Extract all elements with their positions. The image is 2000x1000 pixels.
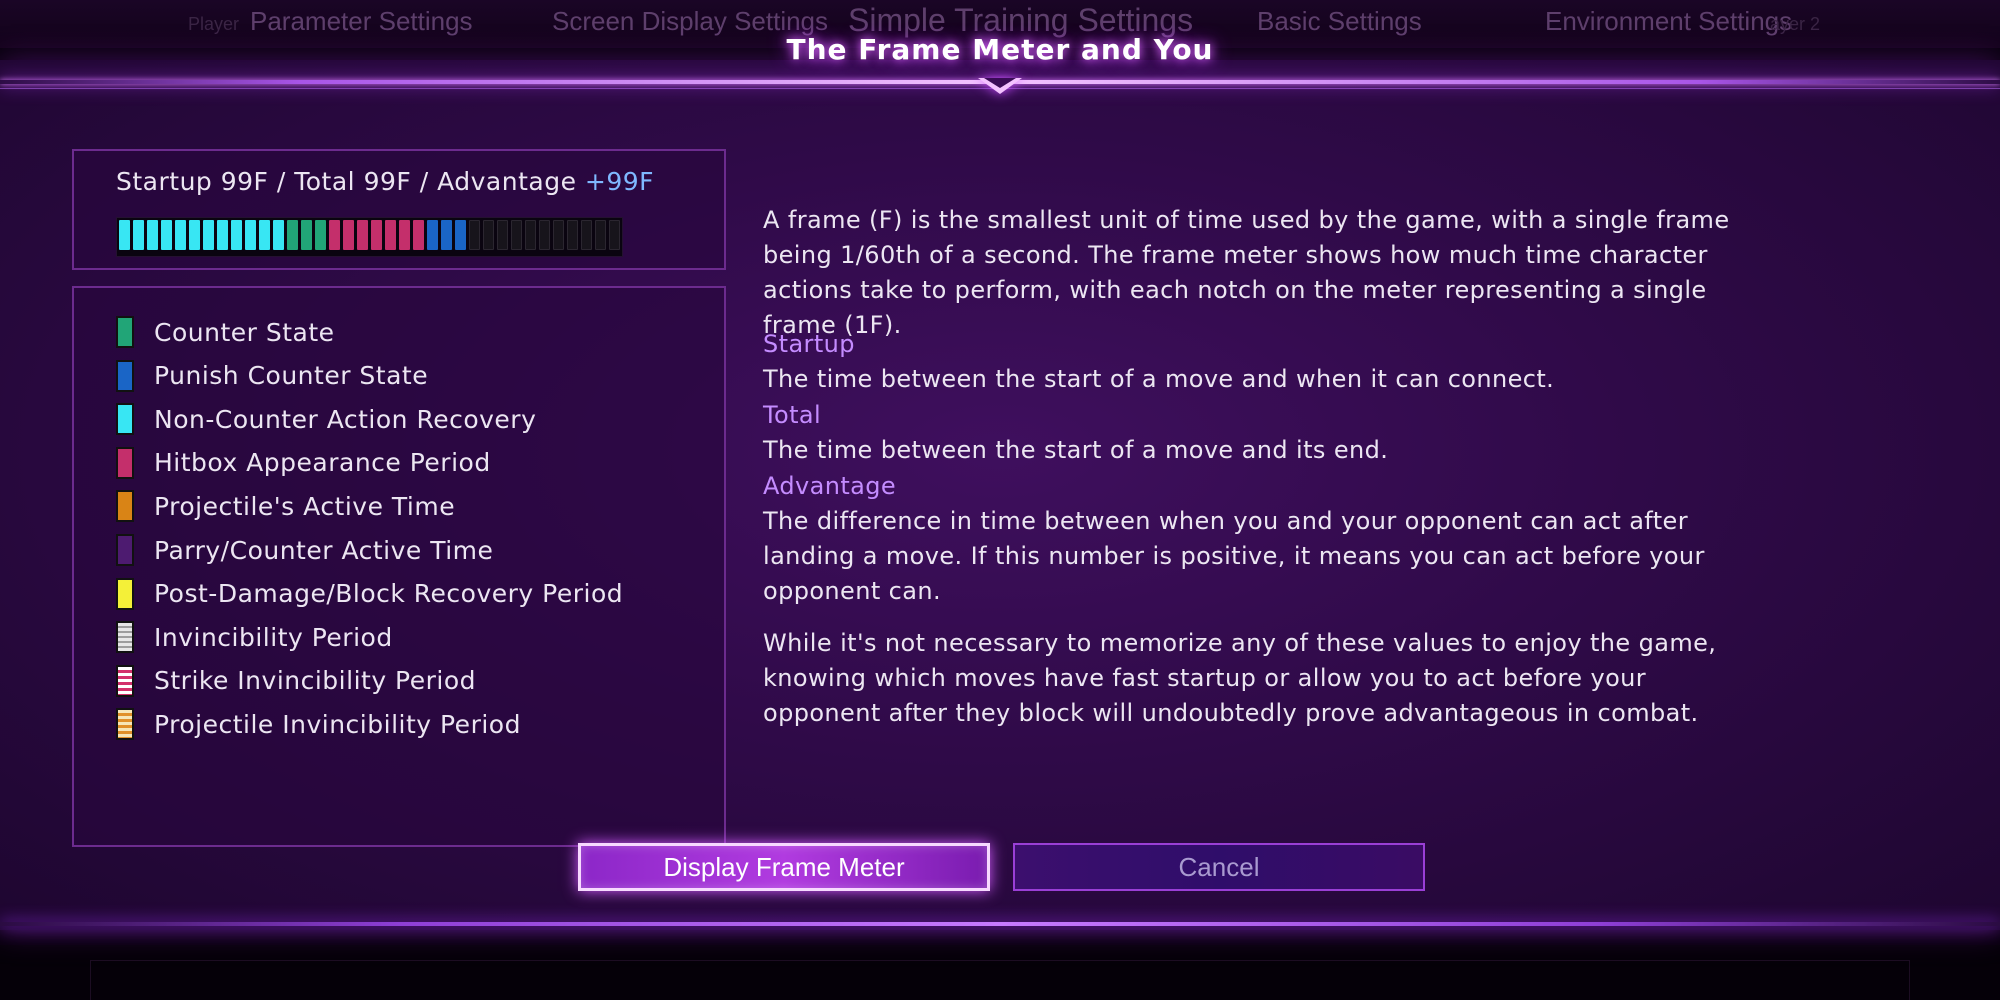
meter-notch-cyan <box>259 220 270 250</box>
frame-meter <box>116 217 623 257</box>
legend-label: Counter State <box>154 317 335 347</box>
legend-swatch-orange <box>116 490 134 523</box>
game-screen: Player Parameter Settings Screen Display… <box>0 0 2000 1000</box>
meter-notch-empty <box>553 220 564 250</box>
dialog-title: The Frame Meter and You <box>786 33 1214 66</box>
legend-item: Projectile's Active Time <box>116 488 455 524</box>
legend-item: Projectile Invincibility Period <box>116 706 521 742</box>
meter-notch-cyan <box>189 220 200 250</box>
meter-notch-blue <box>455 220 466 250</box>
legend-label: Punish Counter State <box>154 361 429 391</box>
legend-item: Strike Invincibility Period <box>116 663 476 699</box>
meter-notch-cyan <box>217 220 228 250</box>
dialog-title-wrap: The Frame Meter and You <box>785 30 1215 80</box>
meter-notch-blue <box>427 220 438 250</box>
meter-notch-empty <box>497 220 508 250</box>
background-hint-right: ayer 2 <box>1770 14 1821 34</box>
meter-notch-empty <box>581 220 592 250</box>
legend-panel: Counter State Punish Counter State Non-Cou… <box>72 286 726 847</box>
meter-notch-red <box>371 220 382 250</box>
meter-notch-green <box>301 220 312 250</box>
frame-meter-dialog: The Frame Meter and You Startup 99F / To… <box>0 33 2000 930</box>
total-heading: Total <box>763 401 822 429</box>
legend-swatch-blue <box>116 359 134 392</box>
meter-notch-cyan <box>133 220 144 250</box>
legend-swatch-red <box>116 446 134 479</box>
meter-notch-red <box>343 220 354 250</box>
meter-notch-cyan <box>245 220 256 250</box>
legend-swatch-green <box>116 316 134 348</box>
meter-notch-cyan <box>119 220 130 250</box>
legend-label: Parry/Counter Active Time <box>154 535 494 565</box>
legend-swatch-cyan <box>116 403 134 436</box>
meter-notch-red <box>385 220 396 250</box>
startup-text: The time between the start of a move and… <box>763 365 1555 393</box>
legend-item: Parry/Counter Active Time <box>116 532 493 568</box>
meter-notch-cyan <box>147 220 158 250</box>
meter-notch-red <box>413 220 424 250</box>
legend-label: Projectile Invincibility Period <box>154 709 521 739</box>
legend-label: Post-Damage/Block Recovery Period <box>154 579 624 609</box>
legend-label: Invincibility Period <box>154 622 393 652</box>
meter-notch-cyan <box>273 220 284 250</box>
total-text: The time between the start of a move and… <box>763 436 1389 464</box>
legend-item: Invincibility Period <box>116 619 393 655</box>
meter-notch-cyan <box>231 220 242 250</box>
dialog-bottom-border <box>0 922 2000 926</box>
frame-summary-panel: Startup 99F / Total 99F / Advantage +99F <box>72 149 726 270</box>
intro-text: A frame (F) is the smallest unit of time… <box>763 206 1730 339</box>
background-hint-left: Player <box>188 14 240 34</box>
frame-summary-text: Startup 99F / Total 99F / Advantage +99F <box>116 167 654 196</box>
legend-swatch-strike <box>116 664 134 697</box>
meter-notch-empty <box>539 220 550 250</box>
legend-swatch-purple <box>116 534 134 566</box>
cancel-button[interactable]: Cancel <box>1013 843 1425 891</box>
background-footer-frame <box>90 960 1910 1000</box>
startup-heading: Startup <box>763 330 855 358</box>
legend-label: Non-Counter Action Recovery <box>154 404 537 434</box>
background-tab-environment-settings: Environment Settings <box>1545 6 1793 36</box>
meter-notch-cyan <box>175 220 186 250</box>
meter-notch-empty <box>525 220 536 250</box>
meter-notch-cyan <box>161 220 172 250</box>
meter-notch-blue <box>441 220 452 250</box>
advantage-heading: Advantage <box>763 472 897 500</box>
legend-label: Projectile's Active Time <box>154 491 456 521</box>
legend-label: Hitbox Appearance Period <box>154 448 491 478</box>
frame-summary-label: Startup 99F / Total 99F / Advantage <box>116 167 585 196</box>
meter-notch-empty <box>511 220 522 250</box>
legend-swatch-yellow <box>116 577 134 610</box>
legend-item: Counter State <box>116 314 335 350</box>
meter-notch-red <box>399 220 410 250</box>
meter-notch-empty <box>567 220 578 250</box>
meter-notch-empty <box>609 220 620 250</box>
legend-item: Hitbox Appearance Period <box>116 445 491 481</box>
closing-text: While it's not necessary to memorize any… <box>763 629 1717 727</box>
legend-label: Strike Invincibility Period <box>154 666 477 696</box>
legend-item: Punish Counter State <box>116 358 428 394</box>
background-tab-parameter-settings: Parameter Settings <box>250 6 473 36</box>
advantage-text: The difference in time between when you … <box>763 507 1705 605</box>
legend-swatch-proj <box>116 708 134 741</box>
display-frame-meter-button[interactable]: Display Frame Meter <box>578 843 990 891</box>
meter-notch-red <box>329 220 340 250</box>
meter-notch-green <box>287 220 298 250</box>
legend-item: Non-Counter Action Recovery <box>116 401 536 437</box>
legend-item: Post-Damage/Block Recovery Period <box>116 576 623 612</box>
meter-notch-empty <box>469 220 480 250</box>
advantage-value: +99F <box>584 167 655 196</box>
legend-swatch-inv <box>116 621 134 654</box>
meter-notch-empty <box>595 220 606 250</box>
meter-notch-empty <box>483 220 494 250</box>
meter-notch-green <box>315 220 326 250</box>
meter-notch-red <box>357 220 368 250</box>
meter-notch-cyan <box>203 220 214 250</box>
background-tab-basic-settings: Basic Settings <box>1257 6 1422 36</box>
